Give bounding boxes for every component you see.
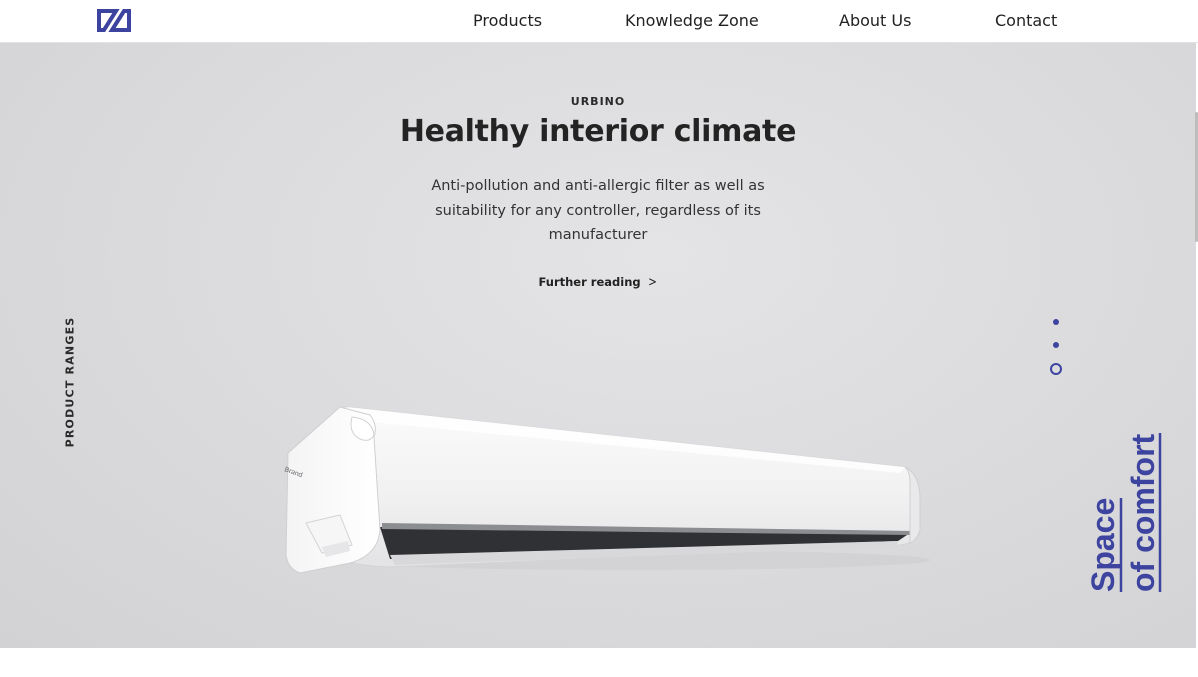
slide-dot-2[interactable] [1053, 342, 1059, 348]
top-navigation-bar: Products Knowledge Zone About Us Contact [0, 0, 1198, 43]
tagline-line-1: Space [1085, 498, 1121, 592]
further-reading-link[interactable]: Further reading > [0, 275, 1196, 290]
product-ranges-label[interactable]: PRODUCT RANGES [64, 317, 77, 448]
hero-description: Anti-pollution and anti-allergic filter … [431, 178, 765, 243]
nav-products[interactable]: Products [473, 11, 542, 30]
product-name: URBINO [570, 95, 626, 108]
nav-contact[interactable]: Contact [995, 11, 1057, 30]
hero-title: Healthy interior climate [399, 114, 797, 149]
tagline-line-2: of comfort [1125, 433, 1161, 592]
air-conditioner-image: Brand [283, 406, 930, 574]
hero-banner: URBINO Healthy interior climate Anti-pol… [0, 43, 1196, 648]
space-of-comfort-tagline: Space of comfort [1080, 431, 1162, 593]
nav-knowledge-zone[interactable]: Knowledge Zone [625, 11, 759, 30]
further-reading-label: Further reading [538, 275, 641, 289]
slide-pagination [1048, 315, 1064, 377]
slide-dot-1[interactable] [1053, 319, 1059, 325]
slide-dot-3-active[interactable] [1050, 363, 1062, 375]
nav-about-us[interactable]: About Us [839, 11, 911, 30]
page: Products Knowledge Zone About Us Contact… [0, 0, 1198, 677]
next-section [0, 648, 1198, 677]
chevron-right-icon: > [647, 275, 657, 290]
brand-logo-icon[interactable] [96, 8, 132, 33]
